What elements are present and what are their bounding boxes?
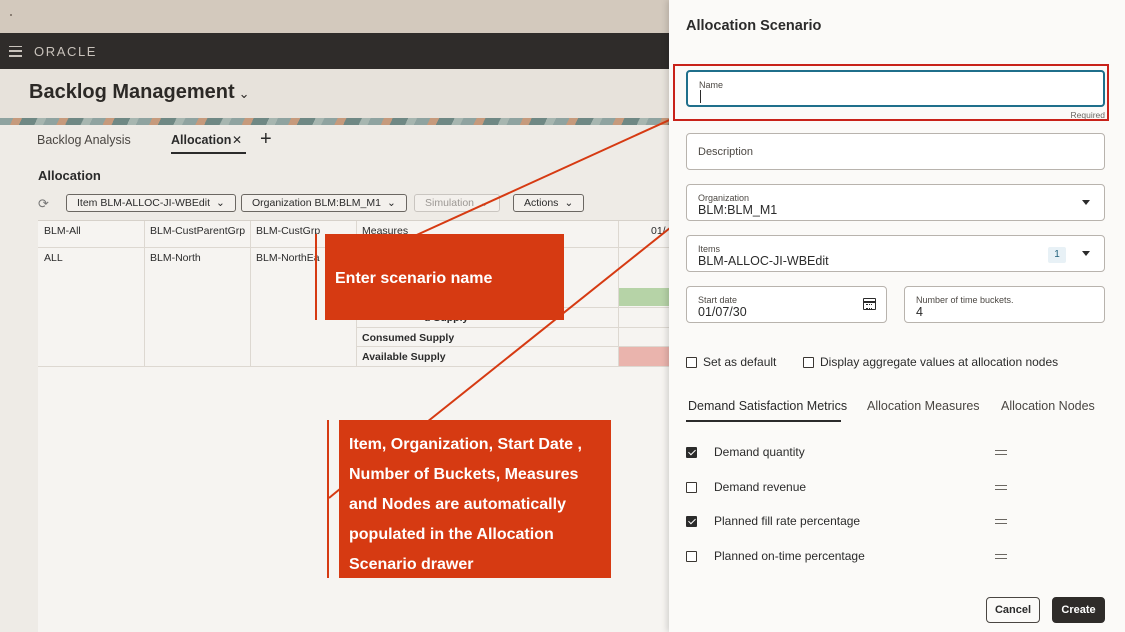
metric-checkbox-planned-on-time[interactable]	[686, 551, 697, 562]
drag-handle-icon[interactable]	[995, 485, 1007, 490]
column-header[interactable]: 01/	[651, 225, 666, 237]
close-tab-icon[interactable]: ✕	[232, 133, 242, 147]
organization-filter[interactable]: Organization BLM:BLM_M1 ⌄	[241, 194, 407, 212]
grid-cell[interactable]: BLM-North	[150, 252, 201, 264]
grid-cell[interactable]: ALL	[44, 252, 63, 264]
allocation-scenario-drawer: Allocation Scenario Name Required Descri…	[669, 0, 1125, 632]
callout-bar	[327, 420, 329, 578]
organization-select[interactable]: Organization BLM:BLM_M1	[686, 184, 1105, 221]
metric-checkbox-demand-quantity[interactable]	[686, 447, 697, 458]
drag-handle-icon[interactable]	[995, 519, 1007, 524]
items-select[interactable]: Items BLM-ALLOC-JI-WBEdit 1	[686, 235, 1105, 272]
drawer-title: Allocation Scenario	[686, 18, 822, 34]
drag-handle-icon[interactable]	[995, 554, 1007, 559]
required-hint: Required	[1070, 110, 1106, 120]
set-default-label: Set as default	[703, 355, 777, 369]
callout-bar	[315, 234, 317, 320]
active-tab-indicator	[171, 152, 246, 154]
tab-allocation-measures[interactable]: Allocation Measures	[867, 399, 980, 413]
callout-enter-name: Enter scenario name	[325, 234, 564, 320]
menu-icon[interactable]	[9, 45, 22, 57]
time-buckets-input[interactable]: Number of time buckets. 4	[904, 286, 1105, 323]
tab-allocation[interactable]: Allocation	[171, 133, 231, 147]
refresh-icon[interactable]: ⟳	[38, 196, 49, 212]
grid-cell-positive	[619, 288, 669, 306]
items-count-badge: 1	[1048, 247, 1066, 263]
column-header[interactable]: BLM-CustParentGrp	[150, 225, 245, 237]
simulation-filter[interactable]: Simulation ⌄	[414, 194, 500, 212]
text-caret	[700, 90, 701, 103]
metric-checkbox-planned-fill-rate[interactable]	[686, 516, 697, 527]
metric-checkbox-demand-revenue[interactable]	[686, 482, 697, 493]
column-header[interactable]: BLM-All	[44, 225, 81, 237]
start-date-input[interactable]: Start date 01/07/30	[686, 286, 887, 323]
aggregate-values-checkbox[interactable]	[803, 357, 814, 368]
tab-demand-satisfaction-metrics[interactable]: Demand Satisfaction Metrics	[688, 399, 847, 413]
dropdown-arrow-icon[interactable]	[1082, 200, 1090, 205]
metric-label: Planned on-time percentage	[714, 549, 865, 563]
chevron-down-icon: ⌄	[564, 197, 574, 209]
callout-auto-populated: Item, Organization, Start Date , Number …	[339, 420, 611, 578]
chevron-down-icon: ⌄	[238, 86, 250, 101]
actions-menu[interactable]: Actions ⌄	[513, 194, 585, 212]
name-input[interactable]: Name	[686, 70, 1105, 107]
metric-label: Demand quantity	[714, 445, 805, 459]
create-button[interactable]: Create	[1052, 597, 1105, 623]
item-filter[interactable]: Item BLM-ALLOC-JI-WBEdit ⌄	[66, 194, 236, 212]
tab-backlog-analysis[interactable]: Backlog Analysis	[37, 133, 131, 147]
metric-label: Demand revenue	[714, 480, 807, 494]
oracle-logo: ORACLE	[34, 43, 98, 59]
cancel-button[interactable]: Cancel	[986, 597, 1040, 623]
chevron-down-icon: ⌄	[216, 197, 225, 209]
metric-label: Planned fill rate percentage	[714, 514, 861, 528]
active-tab-indicator	[686, 420, 841, 422]
chevron-down-icon: ⌄	[386, 197, 396, 209]
chevron-down-icon: ⌄	[480, 197, 489, 209]
aggregate-values-label: Display aggregate values at allocation n…	[820, 355, 1059, 369]
set-default-checkbox[interactable]	[686, 357, 697, 368]
column-header[interactable]: BLM-CustGrp	[256, 225, 320, 237]
dropdown-arrow-icon[interactable]	[1082, 251, 1090, 256]
tab-allocation-nodes[interactable]: Allocation Nodes	[1001, 399, 1095, 413]
calendar-icon[interactable]	[863, 298, 876, 310]
drag-handle-icon[interactable]	[995, 450, 1007, 455]
description-input[interactable]: Description	[686, 133, 1105, 170]
page-title[interactable]: Backlog Management ⌄	[29, 81, 250, 104]
section-title: Allocation	[38, 168, 101, 183]
add-tab-icon[interactable]: +	[260, 128, 272, 151]
name-label: Name	[699, 80, 724, 90]
measure-label: Available Supply	[362, 351, 446, 363]
measure-label: Consumed Supply	[362, 332, 455, 344]
grid-cell-negative	[619, 347, 669, 366]
grid-cell[interactable]: BLM-NorthEa	[256, 252, 320, 264]
